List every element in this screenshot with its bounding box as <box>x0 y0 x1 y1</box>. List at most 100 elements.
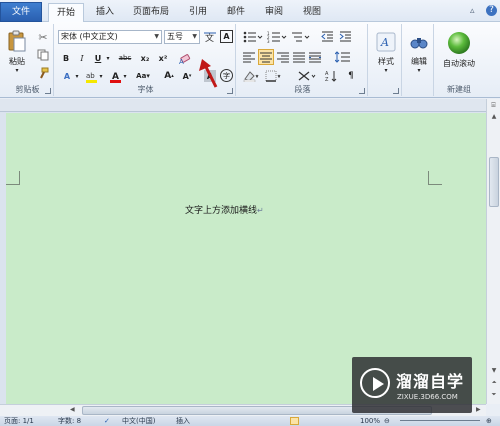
svg-text:A: A <box>179 58 184 65</box>
styles-label: 样式 <box>378 57 394 66</box>
scroll-up-icon[interactable]: ▲ <box>489 113 499 123</box>
font-size-select[interactable]: 五号 ▼ <box>164 30 200 44</box>
font-color-icon[interactable]: A <box>108 70 122 83</box>
tab-file[interactable]: 文件 <box>0 2 42 22</box>
superscript-button[interactable]: x² <box>156 52 170 64</box>
paste-button[interactable]: 粘贴 ▾ <box>6 28 28 76</box>
shrink-font-icon[interactable]: A ▾ <box>180 70 194 82</box>
underline-button[interactable]: U <box>92 52 104 64</box>
editing-label: 编辑 <box>411 57 427 66</box>
zoom-in-icon[interactable]: ⊕ <box>486 416 492 426</box>
distributed-icon[interactable] <box>308 50 322 64</box>
paragraph-mark-icon: ↵ <box>257 206 264 215</box>
margin-corner-top-right <box>428 171 442 185</box>
page-count[interactable]: 页面: 1/1 <box>4 416 34 426</box>
show-marks-icon[interactable]: ¶ <box>344 70 358 82</box>
align-left-icon[interactable] <box>242 50 256 64</box>
increase-indent-icon[interactable] <box>338 30 352 44</box>
editing-group: 编辑 ▾ <box>404 24 434 96</box>
help-icon[interactable]: ? <box>486 5 497 16</box>
change-case-icon[interactable]: Aa▾ <box>134 70 152 82</box>
styles-button[interactable]: A 样式 ▾ <box>372 28 400 78</box>
scroll-down-icon[interactable]: ▼ <box>489 367 499 377</box>
clear-formatting-icon[interactable]: A <box>178 51 192 65</box>
italic-button[interactable]: I <box>76 52 88 64</box>
phonetic-guide-icon[interactable]: 文 <box>202 30 218 44</box>
font-name-value: 宋体 (中文正文) <box>61 32 118 41</box>
tab-view[interactable]: 视图 <box>296 3 328 22</box>
clipboard-group: 粘贴 ▾ ✂ 剪贴板 <box>2 24 54 96</box>
strikethrough-button[interactable]: abc <box>116 52 134 64</box>
ruler <box>0 99 486 112</box>
tab-home[interactable]: 开始 <box>48 3 84 23</box>
font-launcher-icon[interactable] <box>227 88 233 94</box>
chinese-layout-icon[interactable] <box>296 70 318 82</box>
highlight-icon[interactable]: ab <box>84 70 98 83</box>
print-layout-view-icon[interactable] <box>290 417 299 425</box>
document-body-text[interactable]: 文字上方添加横线↵ <box>185 203 264 216</box>
tab-review[interactable]: 审阅 <box>258 3 290 22</box>
editing-button[interactable]: 编辑 ▾ <box>405 28 433 78</box>
subscript-button[interactable]: x₂ <box>138 52 152 64</box>
justify-icon[interactable] <box>292 50 306 64</box>
zoom-level[interactable]: 100% <box>360 416 380 426</box>
zoom-slider[interactable] <box>400 420 480 421</box>
styles-dropdown-icon: ▾ <box>384 67 388 74</box>
vertical-scroll-thumb[interactable] <box>489 157 499 207</box>
clipboard-launcher-icon[interactable] <box>45 88 51 94</box>
multilevel-list-icon[interactable] <box>290 30 312 44</box>
document-text: 文字上方添加横线 <box>185 206 258 216</box>
copy-icon[interactable] <box>36 48 50 62</box>
styles-launcher-icon[interactable] <box>393 88 399 94</box>
auto-scroll-button[interactable]: 自动滚动 <box>438 28 480 72</box>
bullets-icon[interactable] <box>242 30 264 44</box>
paragraph-group: 123 A Z ¶ 段落 <box>238 24 368 96</box>
text-effects-dropdown-icon[interactable]: ▾ <box>74 70 80 82</box>
tab-references[interactable]: 引用 <box>182 3 214 22</box>
cut-icon[interactable]: ✂ <box>36 30 50 44</box>
tab-insert[interactable]: 插入 <box>88 3 122 22</box>
proofing-icon[interactable]: ✓ <box>104 416 110 426</box>
numbering-icon[interactable]: 123 <box>266 30 288 44</box>
scroll-left-icon[interactable]: ◀ <box>70 406 75 413</box>
svg-text:3: 3 <box>267 39 270 43</box>
format-painter-icon[interactable] <box>36 66 50 80</box>
vertical-scrollbar[interactable]: ⌸ ▲ ▼ ⏶ ⏷ <box>486 99 500 404</box>
highlight-dropdown-icon[interactable]: ▾ <box>98 70 104 82</box>
tab-page-layout[interactable]: 页面布局 <box>126 3 176 22</box>
font-name-select[interactable]: 宋体 (中文正文) ▼ <box>58 30 162 44</box>
text-effects-button[interactable]: A <box>60 70 74 82</box>
minimize-ribbon-icon[interactable]: ▵ <box>470 6 475 16</box>
shading-icon[interactable] <box>242 70 260 82</box>
svg-text:Z: Z <box>325 77 329 82</box>
font-color-dropdown-icon[interactable]: ▾ <box>122 70 128 82</box>
svg-text:A: A <box>380 36 389 49</box>
borders-icon[interactable] <box>264 70 282 82</box>
styles-icon: A <box>376 32 396 52</box>
scroll-right-icon[interactable]: ▶ <box>476 406 481 413</box>
decrease-indent-icon[interactable] <box>320 30 334 44</box>
font-name-dropdown-icon: ▼ <box>154 33 159 40</box>
word-count[interactable]: 字数: 8 <box>58 416 81 426</box>
grow-font-icon[interactable]: A ▴ <box>162 70 176 82</box>
paste-dropdown-icon[interactable]: ▾ <box>15 67 18 74</box>
zoom-out-icon[interactable]: ⊖ <box>384 416 390 426</box>
language-indicator[interactable]: 中文(中国) <box>122 416 155 426</box>
new-group-label: 新建组 <box>447 85 471 94</box>
previous-page-icon[interactable]: ⏶ <box>489 379 499 389</box>
play-circle-icon <box>360 368 390 398</box>
tab-mailings[interactable]: 邮件 <box>220 3 252 22</box>
sort-icon[interactable]: AZ <box>324 70 338 82</box>
character-border-icon[interactable]: A <box>220 30 233 43</box>
ribbon-tab-bar: 文件 开始 插入 页面布局 引用 邮件 审阅 视图 ▵ ? <box>0 0 500 23</box>
editing-dropdown-icon: ▾ <box>417 67 421 74</box>
ruler-toggle-icon[interactable]: ⌸ <box>488 101 499 111</box>
next-page-icon[interactable]: ⏷ <box>489 391 499 401</box>
align-right-icon[interactable] <box>276 50 290 64</box>
underline-dropdown-icon[interactable]: ▾ <box>104 52 112 64</box>
insert-mode-indicator[interactable]: 插入 <box>176 416 190 426</box>
line-spacing-icon[interactable] <box>334 50 352 64</box>
bold-button[interactable]: B <box>60 52 72 64</box>
paragraph-launcher-icon[interactable] <box>359 88 365 94</box>
align-center-icon[interactable] <box>258 49 274 65</box>
